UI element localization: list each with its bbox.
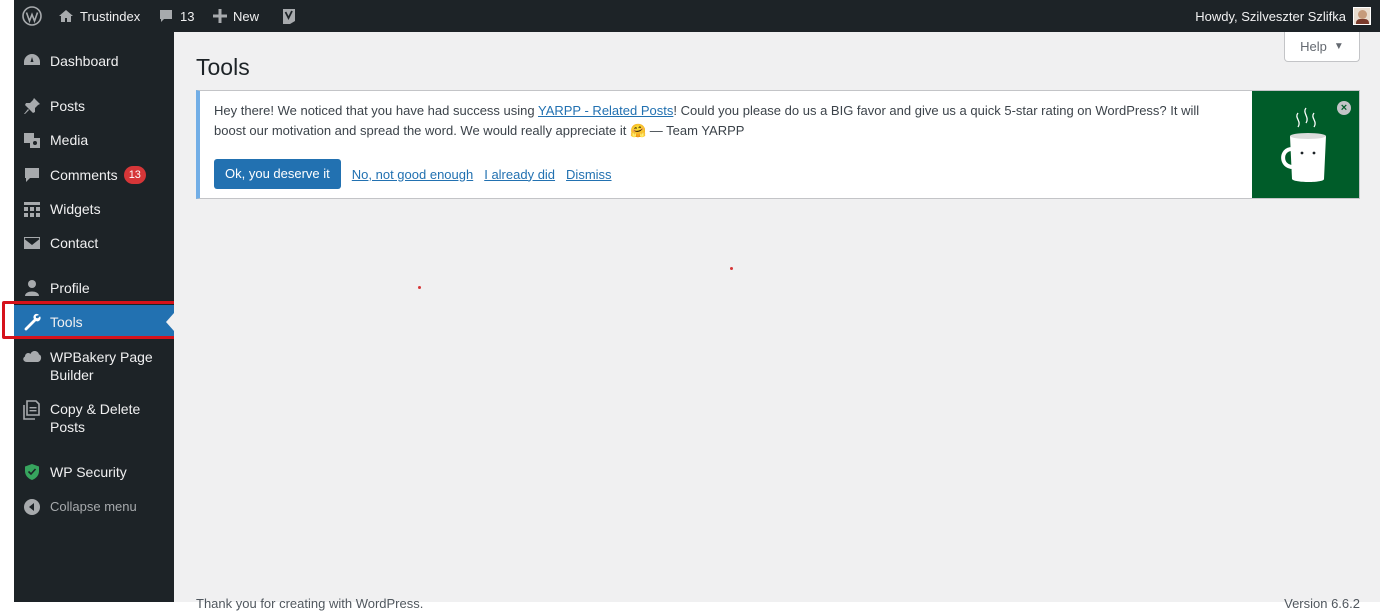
avatar (1353, 7, 1371, 25)
sidebar-item-label: Profile (50, 280, 90, 296)
sidebar-item-contact[interactable]: Contact (14, 234, 174, 252)
yarpp-plugin-link[interactable]: YARPP - Related Posts (538, 103, 673, 118)
sidebar-item-label: WP Security (50, 464, 127, 480)
sidebar-item-wp-security[interactable]: WP Security (14, 463, 174, 481)
widgets-icon (24, 202, 40, 217)
marker-dot (418, 286, 421, 289)
already-did-link[interactable]: I already did (484, 167, 555, 182)
admin-bar: Trustindex 13 New Howdy, Szilveszter Szl… (14, 0, 1380, 32)
ok-deserve-it-button[interactable]: Ok, you deserve it (214, 159, 341, 189)
caret-down-icon: ▼ (1333, 41, 1344, 52)
footer-version: Version 6.6.2 (1284, 596, 1360, 611)
media-icon (24, 133, 40, 148)
envelope-icon (24, 237, 40, 249)
marker-dot (730, 267, 733, 270)
sidebar-item-comments[interactable]: Comments 13 (14, 166, 174, 184)
collapse-label: Collapse menu (50, 499, 137, 514)
sidebar-item-media[interactable]: Media (14, 131, 174, 149)
not-good-enough-link[interactable]: No, not good enough (352, 167, 473, 182)
sidebar-item-label: Media (50, 132, 89, 148)
collapse-menu-button[interactable]: Collapse menu (14, 498, 174, 516)
site-name-link[interactable]: Trustindex (58, 0, 140, 32)
sidebar-item-label: Widgets (50, 201, 101, 217)
comment-icon (25, 168, 39, 182)
notice-text: Hey there! We noticed that you have had … (214, 101, 1234, 141)
footer-thankyou: Thank you for creating with WordPress. (196, 596, 424, 611)
yarpp-review-notice: Hey there! We noticed that you have had … (196, 90, 1360, 199)
comment-icon (160, 10, 172, 22)
help-button[interactable]: Help ▼ (1284, 32, 1360, 62)
sidebar-item-label: WPBakery Page Builder (50, 349, 153, 383)
sidebar-item-label: Dashboard (50, 53, 119, 69)
sidebar-item-wpbakery[interactable]: WPBakery Page Builder (14, 348, 174, 384)
sidebar-item-posts[interactable]: Posts (14, 97, 174, 115)
sidebar-item-profile[interactable]: Profile (14, 279, 174, 297)
coffee-illustration: × (1252, 91, 1359, 198)
home-icon (59, 10, 73, 22)
my-account-link[interactable]: Howdy, Szilveszter Szlifka (1189, 0, 1371, 32)
yoast-icon (283, 9, 295, 24)
comments-count: 13 (180, 8, 195, 24)
comments-badge: 13 (123, 166, 146, 184)
sidebar-item-dashboard[interactable]: Dashboard (14, 52, 174, 70)
tools-highlight-box (2, 301, 182, 339)
shield-icon (25, 464, 39, 480)
cloud-icon (23, 351, 42, 362)
pin-icon (24, 98, 40, 114)
close-notice-icon[interactable]: × (1337, 101, 1351, 115)
new-content-link[interactable]: New (213, 0, 259, 32)
dismiss-link[interactable]: Dismiss (566, 167, 612, 182)
sidebar-item-label: Comments (50, 167, 118, 183)
main-content: Help ▼ Tools Hey there! We noticed that … (174, 32, 1380, 611)
plus-icon (213, 9, 227, 23)
sidebar-item-label: Copy & Delete Posts (50, 401, 141, 435)
yoast-link[interactable] (280, 0, 298, 32)
greeting-text: Howdy, Szilveszter Szlifka (1195, 8, 1346, 24)
notice-actions: Ok, you deserve it No, not good enough I… (214, 159, 612, 189)
comments-link[interactable]: 13 (158, 0, 194, 32)
notice-text-before: Hey there! We noticed that you have had … (214, 103, 538, 118)
user-icon (25, 280, 39, 296)
sidebar-item-label: Contact (50, 235, 99, 251)
sidebar-item-copy-delete[interactable]: Copy & Delete Posts (14, 400, 174, 436)
page-title: Tools (196, 54, 250, 80)
wordpress-logo-icon[interactable] (22, 0, 42, 32)
new-label: New (233, 8, 260, 24)
collapse-icon (24, 499, 40, 515)
site-name: Trustindex (80, 8, 141, 24)
dashboard-icon (24, 54, 40, 65)
copy-icon (23, 400, 40, 420)
help-label: Help (1300, 39, 1327, 54)
sidebar-item-label: Posts (50, 98, 86, 114)
sidebar-item-widgets[interactable]: Widgets (14, 200, 174, 218)
